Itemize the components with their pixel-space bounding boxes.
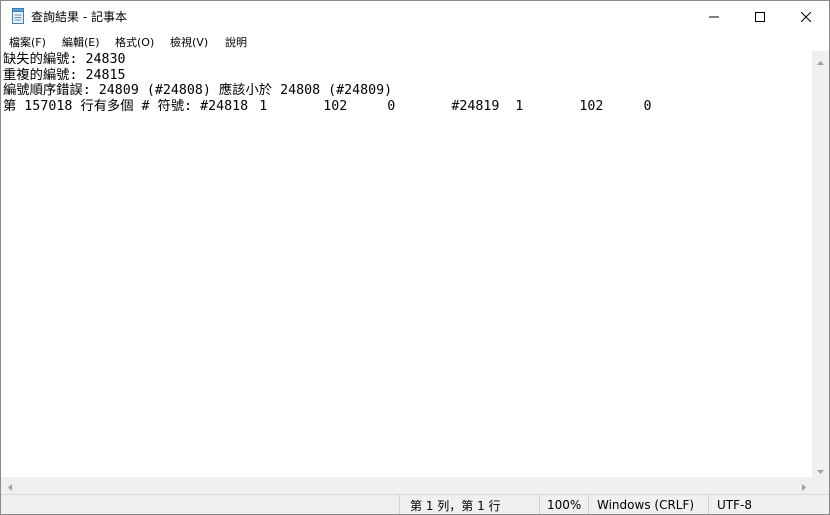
scrollbar-corner — [812, 477, 829, 494]
menu-format[interactable]: 格式(O) — [115, 34, 154, 50]
status-divider — [539, 495, 540, 514]
close-icon — [800, 7, 812, 26]
status-cursor-position: 第 1 列，第 1 行 — [410, 498, 501, 513]
status-divider — [399, 495, 400, 514]
scroll-left-button[interactable] — [1, 477, 18, 494]
menu-view[interactable]: 檢視(V) — [170, 34, 208, 50]
vertical-scrollbar[interactable] — [812, 51, 829, 477]
document-line: 重複的編號: 24815 — [3, 67, 126, 83]
scroll-down-button[interactable] — [812, 460, 829, 477]
scroll-up-button[interactable] — [812, 51, 829, 68]
status-encoding: UTF-8 — [717, 498, 752, 512]
scroll-up-icon — [817, 50, 824, 69]
maximize-button[interactable] — [737, 1, 783, 31]
status-divider — [708, 495, 709, 514]
scroll-down-icon — [817, 459, 824, 478]
close-button[interactable] — [783, 1, 829, 31]
window-title: 查詢結果 - 記事本 — [31, 10, 127, 24]
maximize-icon — [755, 7, 765, 26]
status-line-ending: Windows (CRLF) — [597, 498, 695, 512]
horizontal-scrollbar[interactable] — [1, 477, 812, 494]
menu-file[interactable]: 檔案(F) — [9, 34, 46, 50]
scroll-left-icon — [7, 476, 12, 495]
notepad-icon — [11, 8, 25, 24]
menu-bar: 檔案(F) 編輯(E) 格式(O) 檢視(V) 說明 — [1, 31, 829, 51]
title-bar[interactable]: 查詢結果 - 記事本 — [1, 1, 829, 31]
status-divider — [588, 495, 589, 514]
text-editor[interactable]: 缺失的編號: 24830 重複的編號: 24815 編號順序錯誤: 24809 … — [1, 51, 812, 477]
menu-edit[interactable]: 編輯(E) — [62, 34, 100, 50]
scroll-right-button[interactable] — [795, 477, 812, 494]
document-line: 第 157018 行有多個 # 符號: #24818 1 102 0 #2481… — [3, 98, 652, 114]
document-text[interactable]: 缺失的編號: 24830 重複的編號: 24815 編號順序錯誤: 24809 … — [1, 51, 812, 114]
document-line: 編號順序錯誤: 24809 (#24808) 應該小於 24808 (#2480… — [3, 83, 393, 99]
status-bar: 第 1 列，第 1 行 100% Windows (CRLF) UTF-8 — [1, 494, 829, 514]
document-line: 缺失的編號: 24830 — [3, 52, 126, 67]
menu-help[interactable]: 說明 — [225, 34, 247, 50]
notepad-window: 查詢結果 - 記事本 檔案(F) 編輯(E) 格式(O) 檢視(V) 說明 缺失… — [0, 0, 830, 515]
minimize-icon — [709, 7, 719, 26]
scroll-right-icon — [801, 476, 806, 495]
status-zoom: 100% — [547, 498, 582, 512]
minimize-button[interactable] — [691, 1, 737, 31]
